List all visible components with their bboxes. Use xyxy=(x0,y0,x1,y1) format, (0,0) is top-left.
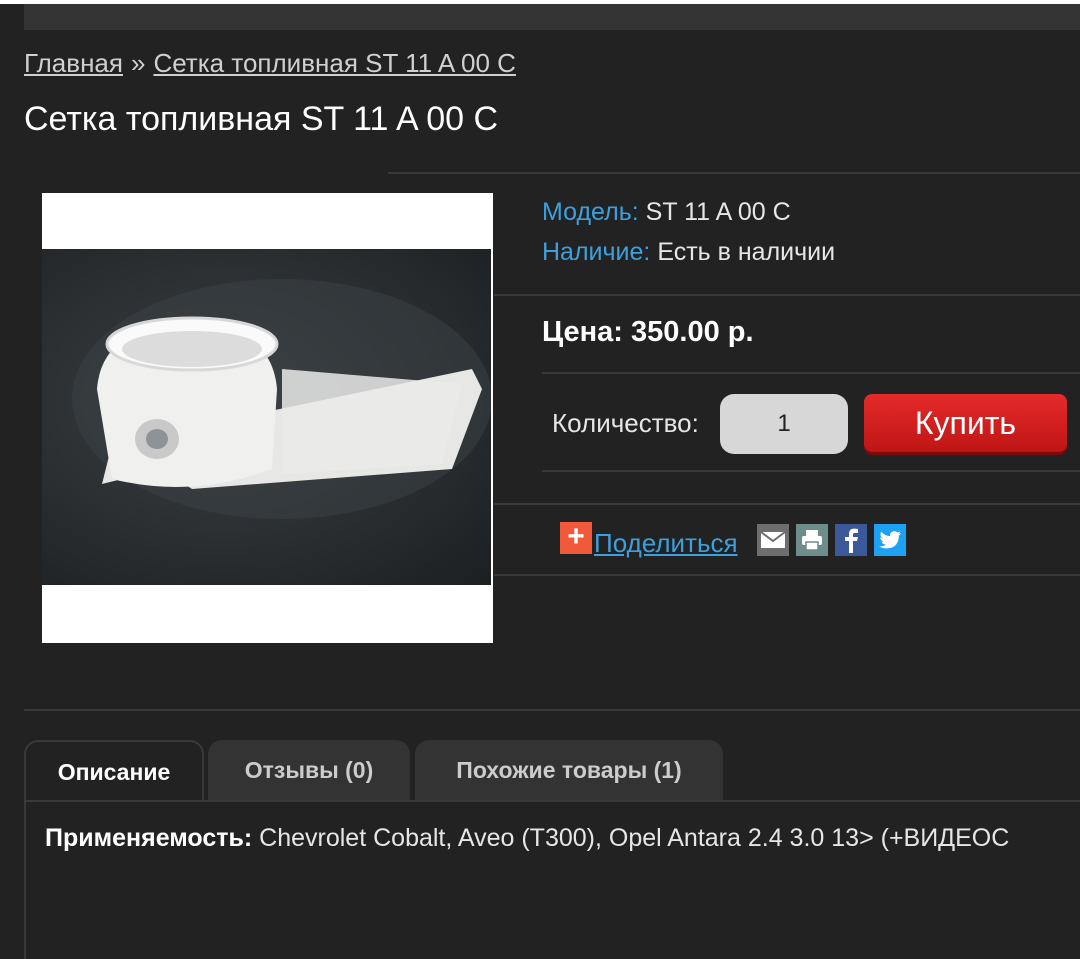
divider xyxy=(494,294,1080,296)
breadcrumb-separator: » xyxy=(130,48,146,78)
applicability-label: Применяемость: xyxy=(45,824,253,852)
plus-icon[interactable]: + xyxy=(560,522,592,554)
applicability-text: Chevrolet Cobalt, Aveo (T300), Opel Anta… xyxy=(252,824,1010,852)
divider xyxy=(494,574,1080,576)
print-icon[interactable] xyxy=(796,524,828,556)
page-title: Сетка топливная ST 11 A 00 C xyxy=(24,100,499,138)
description: Применяемость: Chevrolet Cobalt, Aveo (T… xyxy=(45,824,1009,853)
model-row: Модель: ST 11 A 00 C xyxy=(542,198,791,227)
model-label: Модель: xyxy=(542,198,639,226)
tab-description[interactable]: Описание xyxy=(24,740,204,802)
header-bar xyxy=(24,4,1080,30)
email-icon[interactable] xyxy=(757,524,789,556)
product-photo xyxy=(42,249,491,585)
tab-reviews[interactable]: Отзывы (0) xyxy=(208,740,410,800)
breadcrumb-home-link[interactable]: Главная xyxy=(24,48,123,78)
divider xyxy=(388,172,1080,174)
breadcrumb-current-link[interactable]: Сетка топливная ST 11 A 00 C xyxy=(153,48,516,78)
breadcrumb: Главная» Сетка топливная ST 11 A 00 C xyxy=(24,48,516,79)
divider xyxy=(542,372,1080,374)
quantity-label: Количество: xyxy=(552,408,699,438)
divider xyxy=(24,709,1080,711)
price: Цена: 350.00 р. xyxy=(542,316,754,348)
divider xyxy=(542,470,1080,472)
divider xyxy=(494,503,1080,505)
twitter-icon[interactable] xyxy=(874,524,906,556)
availability-row: Наличие: Есть в наличии xyxy=(542,238,835,267)
quantity-input[interactable] xyxy=(720,394,848,454)
buy-button[interactable]: Купить xyxy=(864,394,1067,452)
facebook-icon[interactable] xyxy=(835,524,867,556)
product-image[interactable] xyxy=(42,193,493,643)
share-link[interactable]: Поделиться xyxy=(594,528,738,559)
availability-label: Наличие: xyxy=(542,238,651,266)
availability-value: Есть в наличии xyxy=(657,238,836,266)
tab-similar-products[interactable]: Похожие товары (1) xyxy=(415,740,723,800)
model-value: ST 11 A 00 C xyxy=(645,198,791,226)
